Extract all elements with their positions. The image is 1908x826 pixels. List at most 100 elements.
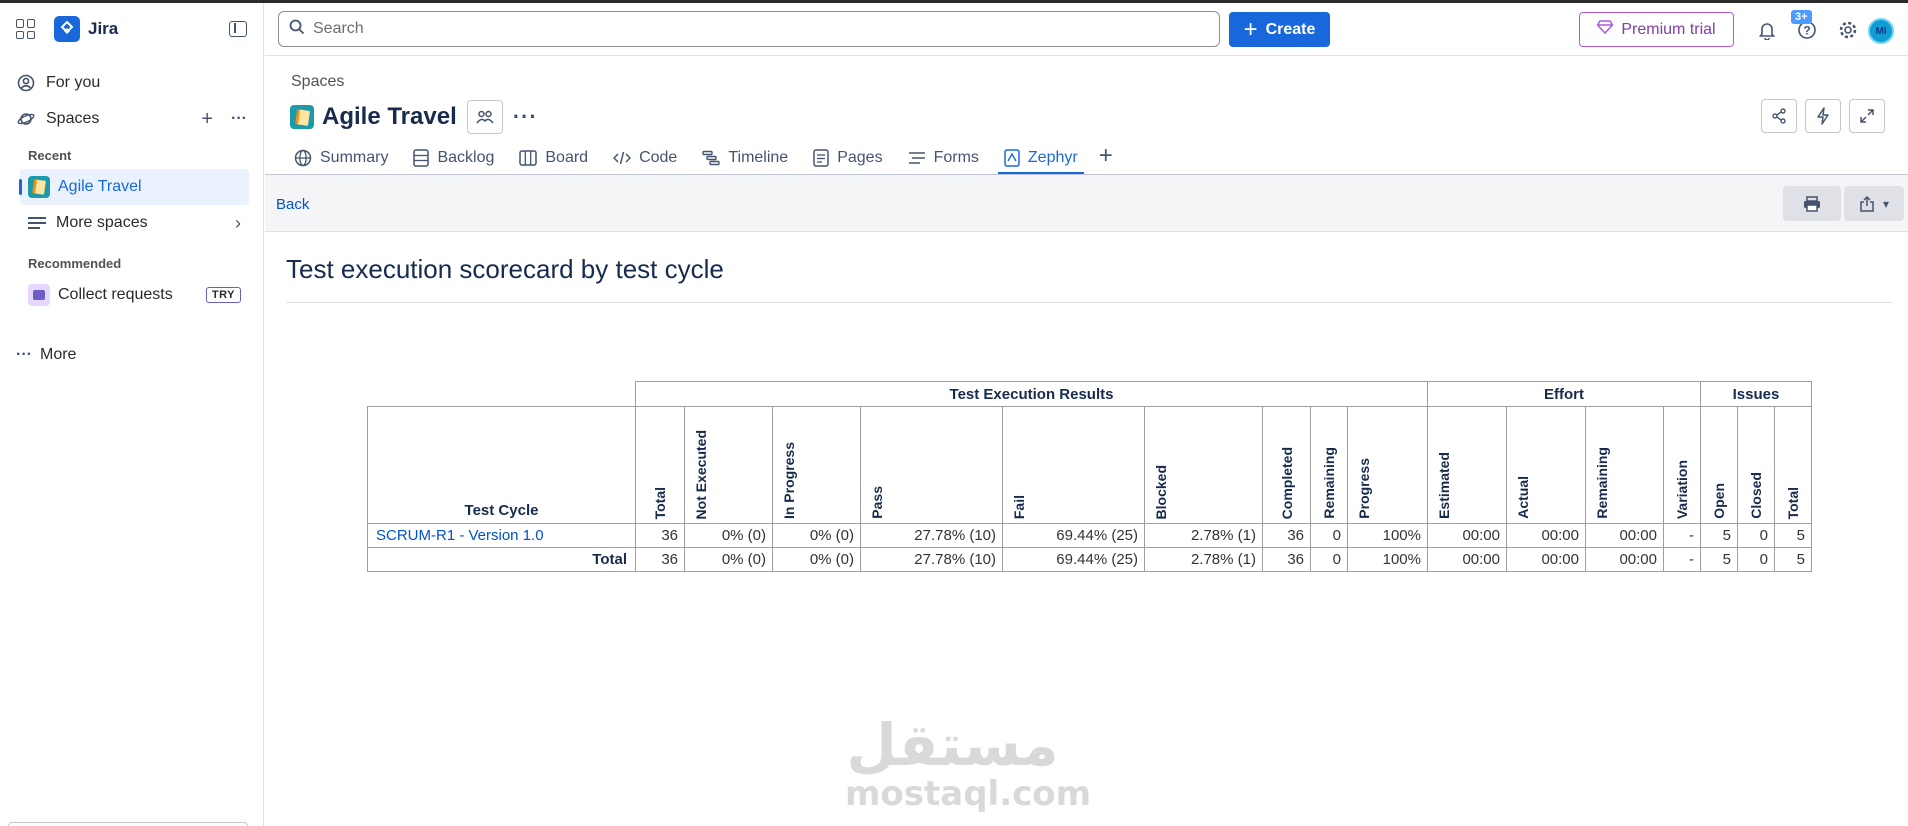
- sidebar-item-agile-travel[interactable]: Agile Travel: [19, 169, 249, 205]
- column-header: Total: [1774, 406, 1812, 524]
- app-name[interactable]: Jira: [88, 19, 229, 39]
- column-header-label: Open: [1711, 483, 1727, 519]
- chevron-right-icon: ›: [235, 212, 241, 233]
- back-link[interactable]: Back: [276, 196, 309, 213]
- tab-label: Forms: [933, 149, 979, 166]
- avatar[interactable]: MI: [1868, 18, 1894, 44]
- tab-label: Backlog: [437, 149, 495, 166]
- tab-backlog[interactable]: Backlog: [409, 143, 498, 173]
- column-header: Remaining: [1310, 406, 1348, 524]
- form-icon: [28, 284, 50, 306]
- list-icon: [28, 217, 46, 229]
- zephyr-icon: [1004, 149, 1020, 167]
- chevron-down-icon: ▾: [1882, 196, 1890, 211]
- table-cell: 00:00: [1585, 523, 1664, 548]
- more-actions-icon[interactable]: ···: [513, 104, 538, 130]
- tab-pages[interactable]: Pages: [809, 143, 886, 173]
- tab-summary[interactable]: Summary: [290, 143, 392, 173]
- sidebar-item-label: For you: [46, 74, 101, 91]
- table-cell: 69.44% (25): [1002, 547, 1145, 572]
- table-row: SCRUM-R1 - Version 1.0 36 0% (0) 0% (0) …: [367, 523, 1812, 548]
- table-cell: 00:00: [1427, 547, 1507, 572]
- tab-code[interactable]: Code: [609, 143, 681, 173]
- bell-icon[interactable]: [1756, 19, 1778, 41]
- page-title: Agile Travel: [322, 103, 457, 130]
- app-switcher-icon[interactable]: [16, 19, 36, 39]
- board-icon: [519, 150, 538, 166]
- group-header: Effort: [1427, 381, 1701, 407]
- sidebar-item-more[interactable]: ··· More: [0, 337, 263, 373]
- forms-icon: [908, 152, 925, 164]
- export-icon: [1860, 195, 1874, 212]
- project-tabs: Summary Backlog Board Code Timeline Page…: [290, 143, 1113, 175]
- table-cell: 0% (0): [684, 523, 773, 548]
- breadcrumb[interactable]: Spaces: [291, 73, 344, 91]
- export-button[interactable]: ▾: [1844, 186, 1904, 221]
- column-header: Completed: [1262, 406, 1311, 524]
- timeline-icon: [702, 150, 721, 166]
- create-button[interactable]: + Create: [1229, 12, 1330, 47]
- table-cell: 00:00: [1427, 523, 1507, 548]
- sidebar-item-for-you[interactable]: For you: [0, 65, 263, 101]
- column-header: Estimated: [1427, 406, 1507, 524]
- collapse-sidebar-icon[interactable]: [229, 21, 247, 37]
- table-cell: -: [1663, 523, 1701, 548]
- fullscreen-button[interactable]: [1849, 99, 1885, 133]
- tab-board[interactable]: Board: [515, 143, 592, 173]
- sidebar-item-collect-requests[interactable]: Collect requests TRY: [20, 277, 249, 313]
- svg-text:?: ?: [1803, 24, 1810, 38]
- add-space-icon[interactable]: +: [201, 108, 213, 131]
- settings-gear-icon[interactable]: [1837, 19, 1859, 41]
- page-icon: [813, 149, 829, 167]
- sidebar: Jira For you Spaces + ··· Recent Agile T…: [0, 3, 264, 826]
- jira-logo-icon[interactable]: [54, 16, 80, 42]
- tab-zephyr[interactable]: Zephyr: [997, 143, 1084, 175]
- table-cell: 2.78% (1): [1144, 523, 1263, 548]
- table-cell: 36: [635, 547, 685, 572]
- share-button[interactable]: [1761, 99, 1797, 133]
- column-header: Fail: [1002, 406, 1145, 524]
- print-button[interactable]: [1783, 186, 1841, 221]
- add-tab-icon[interactable]: +: [1099, 143, 1113, 169]
- sidebar-item-label: More: [39, 346, 77, 363]
- test-cycle-link[interactable]: SCRUM-R1 - Version 1.0: [367, 523, 636, 548]
- premium-trial-button[interactable]: Premium trial: [1579, 12, 1734, 47]
- top-navigation: + Create Premium trial ? 3+ MI: [265, 3, 1908, 56]
- people-icon: [476, 110, 494, 124]
- table-cell: 36: [1262, 523, 1311, 548]
- column-header: Closed: [1737, 406, 1775, 524]
- search-input[interactable]: [313, 20, 1193, 38]
- sidebar-item-spaces[interactable]: Spaces + ···: [0, 101, 263, 137]
- backlog-icon: [413, 149, 430, 167]
- tab-forms[interactable]: Forms: [904, 143, 983, 173]
- plus-icon: +: [1243, 15, 1258, 43]
- table-cell: 69.44% (25): [1002, 523, 1145, 548]
- share-icon: [1772, 108, 1786, 124]
- total-label: Total: [367, 547, 636, 572]
- column-header-label: Remaining: [1594, 447, 1610, 519]
- tab-label: Summary: [320, 149, 389, 166]
- watermark: مستقل mostaql.com: [845, 711, 1091, 813]
- code-icon: [613, 151, 632, 165]
- table-cell: 0: [1310, 523, 1348, 548]
- watermark-arabic: مستقل: [846, 711, 1059, 779]
- automation-button[interactable]: [1805, 99, 1841, 133]
- column-header-row: Test Cycle Total Not Executed In Progres…: [367, 406, 1812, 524]
- column-header-label: Total: [1785, 486, 1801, 519]
- tab-label: Zephyr: [1027, 149, 1078, 166]
- search-box[interactable]: [278, 11, 1220, 47]
- table-cell: 00:00: [1506, 523, 1586, 548]
- table-cell: 0: [1737, 523, 1775, 548]
- column-header-label: Progress: [1356, 458, 1372, 519]
- sidebar-item-label: Collect requests: [58, 286, 173, 303]
- table-cell: -: [1663, 547, 1701, 572]
- group-header-row: Test Execution Results Effort Issues: [367, 381, 1812, 407]
- more-options-icon[interactable]: ···: [231, 110, 247, 128]
- total-row: Total 36 0% (0) 0% (0) 27.78% (10) 69.44…: [367, 547, 1812, 572]
- tab-timeline[interactable]: Timeline: [698, 143, 792, 173]
- team-button[interactable]: [466, 100, 503, 134]
- column-header: Open: [1700, 406, 1738, 524]
- sidebar-item-more-spaces[interactable]: More spaces ›: [20, 205, 249, 241]
- project-icon: [28, 176, 50, 198]
- table-cell: 5: [1774, 547, 1812, 572]
